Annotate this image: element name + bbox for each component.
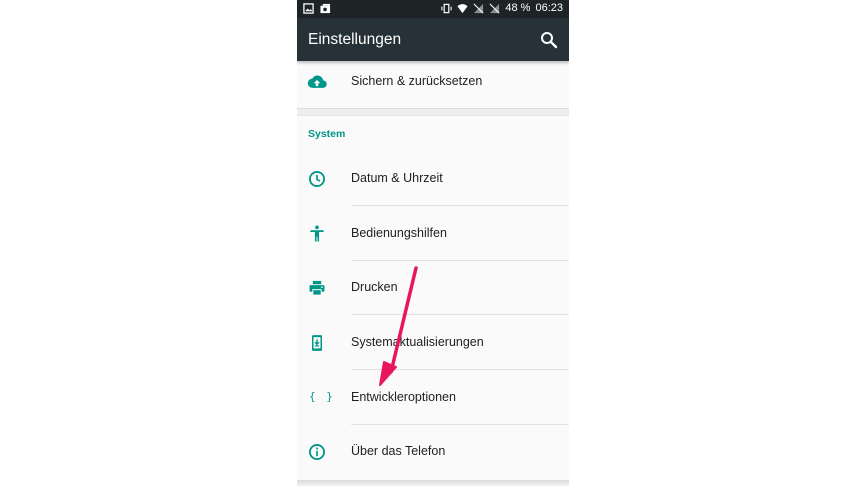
no-sim-icon xyxy=(489,3,500,13)
section-header-system: System xyxy=(308,128,346,140)
cloud-upload-icon xyxy=(307,75,327,88)
settings-item-about-phone[interactable]: Über das Telefon xyxy=(297,425,569,479)
settings-item-label: Datum & Uhrzeit xyxy=(351,171,443,185)
vibrate-icon xyxy=(441,3,453,13)
settings-item-accessibility[interactable]: Bedienungshilfen xyxy=(297,207,569,261)
settings-item-label: Systemaktualisierungen xyxy=(351,335,484,349)
info-icon xyxy=(309,444,325,460)
accessibility-icon xyxy=(310,225,324,242)
settings-item-system-updates[interactable]: Systemaktualisierungen xyxy=(297,316,569,370)
clock-icon xyxy=(309,171,325,187)
braces-icon: { } xyxy=(309,390,335,403)
image-notification-icon xyxy=(303,3,314,14)
settings-item-date-time[interactable]: Datum & Uhrzeit xyxy=(297,152,569,206)
item-divider xyxy=(351,205,569,206)
settings-item-label: Entwickleroptionen xyxy=(351,390,456,404)
search-icon[interactable] xyxy=(538,29,560,51)
settings-item-backup-reset[interactable]: Sichern & zurücksetzen xyxy=(297,55,569,109)
no-sim-icon xyxy=(473,3,484,13)
settings-item-label: Sichern & zurücksetzen xyxy=(351,74,483,88)
settings-item-label: Drucken xyxy=(351,280,398,294)
status-bar-notifications xyxy=(303,3,331,14)
print-icon xyxy=(309,280,325,296)
photo-notification-icon xyxy=(320,3,331,14)
settings-item-printing[interactable]: Drucken xyxy=(297,261,569,315)
phone-screen: 48 % 06:23 Einstellungen Sichern & zurüc… xyxy=(297,0,569,486)
settings-item-developer-options[interactable]: { } Entwickleroptionen xyxy=(297,371,569,425)
clock-time: 06:23 xyxy=(535,2,563,14)
system-update-icon xyxy=(312,335,322,351)
item-divider xyxy=(351,369,569,370)
wifi-icon xyxy=(457,3,468,13)
battery-percent: 48 % xyxy=(505,2,531,14)
item-divider xyxy=(351,314,569,315)
page-title: Einstellungen xyxy=(308,31,402,48)
bottom-edge-shadow xyxy=(297,480,569,486)
settings-item-label: Bedienungshilfen xyxy=(351,226,447,240)
settings-item-label: Über das Telefon xyxy=(351,444,446,458)
section-divider xyxy=(297,108,569,116)
status-bar: 48 % 06:23 xyxy=(297,0,569,18)
status-bar-system: 48 % 06:23 xyxy=(441,2,563,14)
